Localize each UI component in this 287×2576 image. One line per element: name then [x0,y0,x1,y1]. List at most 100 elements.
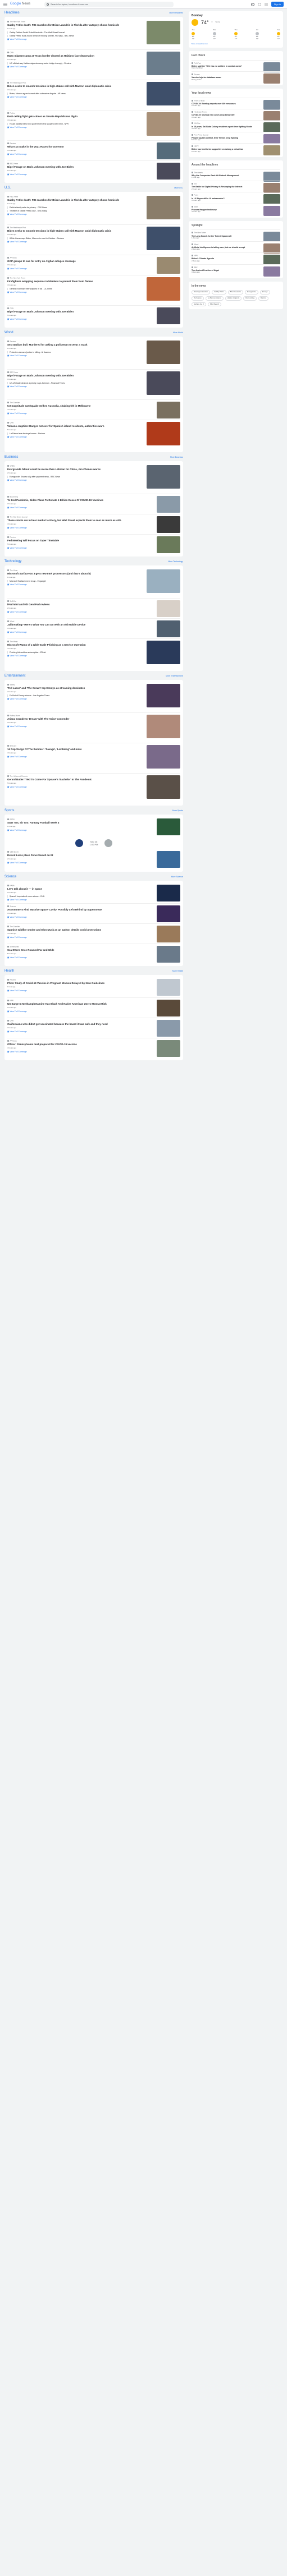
help-icon[interactable]: ? [250,2,254,6]
sub-story[interactable]: La Palma lava destroys homes - Reuters [7,432,151,435]
story-thumbnail[interactable] [263,243,280,254]
story[interactable]: Science Astronomers Find Massive Space 'C… [7,903,180,923]
story[interactable]: CNBC Evergrande fallout could be worse th… [7,463,180,494]
sub-story[interactable]: Protesters demand justice in killing - A… [7,351,151,353]
side-story[interactable]: Snopes Vaccine injuries database scam Rati… [192,71,280,84]
sub-story[interactable]: Gabby Petito: Body found is that of miss… [7,35,151,38]
story-thumbnail[interactable] [157,620,180,637]
story-headline[interactable]: Detroit Lions place Penei Sewell on IR [7,854,153,857]
story-source[interactable]: CNN [7,307,180,310]
story-thumbnail[interactable] [263,73,280,84]
story-headline[interactable]: Spanish wildfire smoke and Elon Musk as … [7,928,153,932]
story-thumbnail[interactable] [147,112,180,136]
story-thumbnail[interactable] [147,341,180,364]
topic-chip[interactable]: Ted Lasso [192,296,204,301]
story-thumbnail[interactable] [157,536,180,553]
story-source[interactable]: Smithsonian [7,946,180,948]
story-thumbnail[interactable] [157,307,180,324]
story-source[interactable]: Wired [7,620,180,623]
story-thumbnail[interactable] [157,257,180,274]
story-headline[interactable]: iPad Mini and 9th Gen iPad reviews [7,603,153,606]
google-news-logo[interactable]: Google News [10,2,30,7]
story-thumbnail[interactable] [147,196,180,219]
story-headline[interactable]: Evergrande fallout could be worse than L… [7,468,153,471]
story-source[interactable]: Bloomberg [7,496,180,498]
story-thumbnail[interactable] [147,569,180,593]
story-thumbnail[interactable] [157,851,180,868]
story-thumbnail[interactable] [147,82,180,105]
topic-chip[interactable]: Macron [258,296,268,301]
story-thumbnail[interactable] [147,465,180,489]
side-story[interactable]: NDTV Biden has tried to be supportive on … [192,143,280,155]
sub-story[interactable]: Petito's family asks for privacy - CBS N… [7,206,151,209]
topic-chip[interactable]: Debt ceiling [243,296,257,301]
side-story[interactable]: NPR Biden's Climate Agenda 2 days ago [192,252,280,265]
full-coverage-link[interactable]: View Full Coverage [7,507,180,509]
search-input[interactable]: Search for topics, locations & sources [44,1,174,7]
section-title[interactable]: Health [4,969,14,974]
story[interactable]: The Verge Microsoft Warns of a Wide-Scale… [7,638,180,669]
fact-check-title[interactable]: Fact check [192,54,280,57]
menu-icon[interactable] [3,2,7,6]
topic-chip[interactable]: La Palma volcano [205,296,224,301]
story-headline[interactable]: Gerard Butler Tried To Come For Spouse's… [7,778,153,781]
story[interactable]: AP News Officer: Pennsylvania mall prepar… [7,1038,180,1058]
story-thumbnail[interactable] [157,885,180,901]
story-headline[interactable]: 5.9 magnitude earthquake strikes Austral… [7,404,153,408]
story-headline[interactable]: 14 Pop Songs Of The Summer: 'Savage', 'L… [7,748,153,751]
story-source[interactable]: Reuters [7,536,180,539]
story[interactable]: The Wall Street Journal These stocks are … [7,514,180,534]
side-story[interactable]: The Atlantic Why the Companies Pack Hit B… [192,169,280,182]
story-thumbnail[interactable] [263,134,280,144]
section-title[interactable]: Business [4,456,18,460]
story-headline[interactable]: Californians who didn't get vaccinated b… [7,1023,153,1026]
story-headline[interactable]: Let's talk about it — in space [7,887,153,891]
story-thumbnail[interactable] [147,371,180,395]
story-headline[interactable]: Biden seeks to smooth tensions in high-s… [7,229,153,233]
story[interactable]: CNN Nigel Farage on Boris Johnson meeting… [7,305,180,325]
story-headline[interactable]: Pfizer Study of Covid-19 Vaccine in Preg… [7,982,153,985]
full-coverage-link[interactable]: View Full Coverage [7,268,180,270]
story-source[interactable]: ESPN [7,818,180,821]
full-coverage-link[interactable]: View Full Coverage [7,173,180,176]
story-thumbnail[interactable] [263,122,280,133]
story-source[interactable]: AP News [7,1040,180,1042]
story[interactable]: The Guardian Spanish wildfire smoke and E… [7,923,180,944]
story[interactable]: Bloomberg To End Pandemic, Biden Plans To… [7,494,180,514]
side-story[interactable]: Vox The Battle for Digital Privacy Is Res… [192,181,280,193]
full-coverage-link[interactable]: View Full Coverage [7,412,180,415]
section-more-link[interactable]: More Sports [172,809,183,812]
story-headline[interactable]: Gabby Petito death: FBI searches for Bri… [7,24,153,27]
story-thumbnail[interactable] [157,600,180,617]
story-headline[interactable]: What's at Stake in the 2021 Races for Go… [7,145,153,149]
story-headline[interactable]: Nigel Farage on Boris Johnson meeting wi… [7,374,153,378]
story-thumbnail[interactable] [147,422,180,445]
story-source[interactable]: NASA [7,885,180,887]
story[interactable]: 9to5Mac iPad Mini and 9th Gen iPad review… [7,598,180,618]
story-headline[interactable]: US Surge In Methamphetamine Has Black An… [7,1002,153,1006]
story-thumbnail[interactable] [147,745,180,769]
weather-unit[interactable]: F [212,21,213,24]
topic-chip[interactable]: Evergrande [245,290,258,295]
story[interactable]: Reuters Pfizer Study of Covid-19 Vaccine … [7,977,180,997]
section-more-link[interactable]: More Science [171,876,183,878]
full-coverage-link[interactable]: View Full Coverage [7,611,180,613]
full-coverage-link[interactable]: View Full Coverage [7,990,180,992]
story-source[interactable]: Reuters [7,142,180,145]
weather-card[interactable]: Bombay 74° F Sunny Tue 86° 74° Wed 84° 73° Thu… [189,11,283,48]
story-thumbnail[interactable] [157,496,180,513]
story-thumbnail[interactable] [147,227,180,250]
topic-chip[interactable]: Nicaragua Election [192,290,211,295]
story-source[interactable]: Science [7,905,180,908]
game-card[interactable]: Sep 26 1:00 PM [7,837,180,849]
story-thumbnail[interactable] [157,926,180,942]
section-more-link[interactable]: More Health [172,970,183,972]
around-headlines-title[interactable]: Around the headlines [192,163,280,167]
side-story[interactable]: Slate Frances Haugen testimony 4 hours ago [192,203,280,216]
full-coverage-link[interactable]: View Full Coverage [7,899,180,901]
full-coverage-link[interactable]: View Full Coverage [7,318,180,320]
story-thumbnail[interactable] [147,277,180,301]
story-headline[interactable]: Officer: Pennsylvania mall prepared for … [7,1043,153,1046]
story[interactable]: NASA Let's talk about it — in space 2 hour… [7,883,180,903]
story-thumbnail[interactable] [147,21,180,44]
